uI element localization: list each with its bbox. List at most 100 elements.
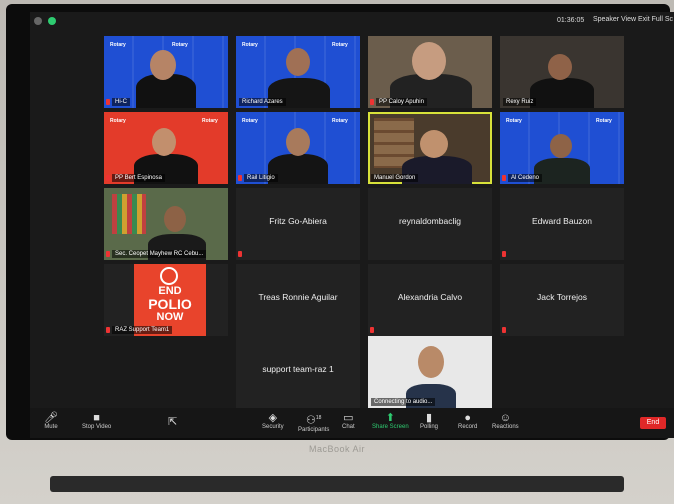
rotary-badge: Rotary	[172, 42, 188, 48]
video-tile[interactable]: Sec. Ceopet Mayhew RC Cebu...	[104, 188, 228, 260]
muted-mic-icon	[238, 175, 242, 181]
stop-video-label: Stop Video	[82, 424, 112, 430]
participants-count: 18	[315, 415, 322, 421]
video-tile[interactable]: Rotary Rotary Al Cedeno	[500, 112, 624, 184]
participant-name: Fritz Go-Abiera	[269, 216, 327, 226]
muted-mic-icon	[106, 251, 110, 257]
record-button[interactable]: ● Record	[458, 412, 477, 430]
share-arrow-icon: ⬆	[385, 412, 395, 424]
participant-face	[420, 130, 448, 158]
speaker-view-button[interactable]: Speaker View	[593, 16, 636, 23]
participant-name: support team-raz 1	[262, 364, 334, 374]
muted-mic-icon	[370, 327, 374, 333]
reactions-button[interactable]: ☺ Reactions	[492, 412, 519, 430]
video-tile-active-speaker[interactable]: Manuel Gordon	[368, 112, 492, 184]
video-tile[interactable]: Rexy Ruiz	[500, 36, 624, 108]
chat-button[interactable]: ▭ Chat	[342, 412, 355, 430]
meeting-timer: 01:36:05	[557, 17, 585, 24]
video-tile[interactable]: Rotary Rotary Richard Azares	[236, 36, 360, 108]
video-tile[interactable]: Connecting to audio...	[368, 336, 492, 408]
chat-bubble-icon: ▭	[343, 412, 354, 424]
chat-label: Chat	[342, 424, 355, 430]
rotary-badge: Rotary	[506, 118, 522, 124]
rotary-badge: Rotary	[332, 42, 348, 48]
meeting-toolbar: 🎤︎ Mute ■ Stop Video ⇱ ◈ Security ⚇18 Pa…	[30, 408, 674, 438]
laptop-hinge	[50, 476, 624, 492]
polling-label: Polling	[420, 424, 439, 430]
microphone-icon: 🎤︎	[44, 412, 58, 424]
video-tile[interactable]: PP Caloy Apuhin	[368, 36, 492, 108]
muted-mic-icon	[502, 251, 506, 257]
video-tile[interactable]: Rotary Rotary Rail Litigio	[236, 112, 360, 184]
share-screen-label: Share Screen	[372, 424, 409, 430]
info-icon[interactable]	[34, 17, 42, 25]
participant-face	[550, 134, 572, 158]
poster-text-mid: POLIO	[148, 296, 192, 312]
participant-name: Richard Azares	[239, 98, 286, 106]
video-tile-no-video[interactable]: Alexandria Calvo	[368, 264, 492, 336]
participants-button[interactable]: ⚇18 Participants	[298, 412, 329, 433]
video-tile[interactable]: Rotary Rotary Hi-C	[104, 36, 228, 108]
end-meeting-button[interactable]: End	[640, 417, 666, 429]
video-tile[interactable]: Rotary Rotary PP Bert Espinosa	[104, 112, 228, 184]
participant-name: Treas Ronnie Aguilar	[258, 292, 338, 302]
participant-video	[530, 78, 594, 108]
mute-button[interactable]: 🎤︎ Mute	[44, 412, 58, 430]
polling-button[interactable]: ▮ Polling	[420, 412, 438, 430]
bar-chart-icon: ▮	[425, 412, 433, 424]
muted-mic-icon	[106, 175, 110, 181]
background-objects	[112, 194, 146, 234]
exit-fullscreen-button[interactable]: Exit Full Sc	[638, 16, 673, 23]
smiley-icon: ☺	[499, 412, 511, 424]
participant-face	[412, 42, 446, 80]
connecting-audio-status: Connecting to audio...	[371, 398, 436, 406]
laptop-body: 01:36:05 Speaker View Exit Full Sc Rotar…	[0, 0, 674, 504]
participant-name: Hi-C	[112, 98, 130, 106]
rotary-badge: Rotary	[202, 118, 218, 124]
video-tile-no-video[interactable]: Fritz Go-Abiera	[236, 188, 360, 260]
muted-mic-icon	[238, 251, 242, 257]
shield-icon: ◈	[268, 412, 278, 424]
share-screen-button[interactable]: ⬆ Share Screen	[372, 412, 409, 430]
rotary-badge: Rotary	[242, 118, 258, 124]
participant-face	[286, 128, 310, 156]
poster-text-bottom: NOW	[156, 311, 184, 323]
participants-label: Participants	[298, 426, 330, 433]
participant-name: Rail Litigio	[244, 174, 278, 182]
video-tile-no-video[interactable]: reynaldombaclig	[368, 188, 492, 260]
participant-face	[548, 54, 572, 80]
shield-icon[interactable]	[48, 17, 56, 25]
participant-name: Al Cedeno	[508, 174, 543, 182]
muted-mic-icon	[502, 175, 506, 181]
video-tile-no-video[interactable]: support team-raz 1	[236, 336, 360, 408]
participant-face	[150, 50, 176, 80]
screen-bezel: 01:36:05 Speaker View Exit Full Sc Rotar…	[6, 4, 674, 440]
participant-name: reynaldombaclig	[399, 216, 461, 226]
security-label: Security	[262, 424, 284, 430]
security-button[interactable]: ◈ Security	[262, 412, 284, 430]
participant-face	[164, 206, 186, 232]
participant-name: Manuel Gordon	[371, 174, 419, 182]
participant-name: Alexandria Calvo	[397, 292, 463, 302]
zoom-window: 01:36:05 Speaker View Exit Full Sc Rotar…	[30, 12, 674, 438]
video-tile-no-video[interactable]: Treas Ronnie Aguilar	[236, 264, 360, 336]
muted-mic-icon	[502, 327, 506, 333]
stop-video-button[interactable]: ■ Stop Video	[82, 412, 111, 430]
rotary-badge: Rotary	[596, 118, 612, 124]
rotary-badge: Rotary	[110, 42, 126, 48]
participant-name: PP Caloy Apuhin	[376, 98, 427, 106]
muted-mic-icon	[370, 99, 374, 105]
video-tile[interactable]: END POLIO NOW RAZ Support Team1	[104, 264, 228, 336]
rotary-badge: Rotary	[332, 118, 348, 124]
rotary-badge: Rotary	[242, 42, 258, 48]
record-label: Record	[458, 424, 478, 430]
video-camera-icon: ■	[93, 412, 100, 424]
participant-face	[152, 128, 176, 156]
participant-face	[286, 48, 310, 76]
muted-mic-icon	[106, 99, 110, 105]
participant-name: PP Bert Espinosa	[112, 174, 165, 182]
video-tile-no-video[interactable]: Edward Bauzon	[500, 188, 624, 260]
reactions-label: Reactions	[492, 424, 519, 430]
video-tile-no-video[interactable]: Jack Torrejos	[500, 264, 624, 336]
top-bar: 01:36:05 Speaker View Exit Full Sc	[30, 12, 674, 32]
